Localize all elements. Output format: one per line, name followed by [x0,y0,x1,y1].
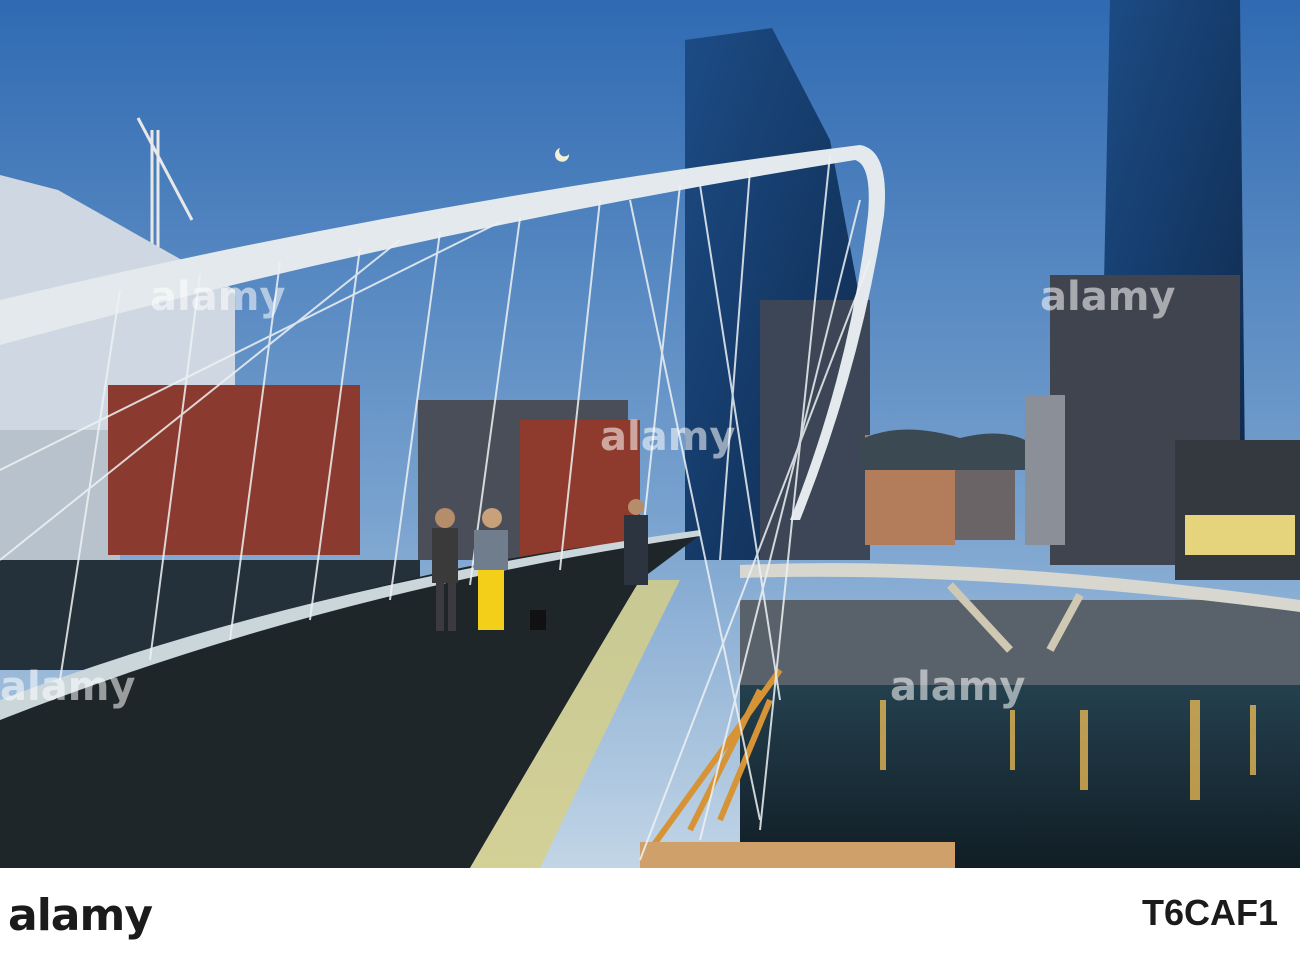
brand-logo: alamy [8,890,153,941]
svg-text:alamy: alamy [1040,274,1175,320]
svg-text:alamy: alamy [150,274,285,320]
watermark-footer: alamy T6CAF1 [0,868,1300,957]
railing-bar [640,842,955,868]
photo: alamy alamy alamy alamy alamy [0,0,1300,868]
hills [860,429,1025,470]
svg-text:alamy: alamy [0,664,135,710]
stock-id: T6CAF1 [1141,892,1278,933]
river [740,685,1300,868]
svg-text:alamy: alamy [890,664,1025,710]
svg-text:alamy: alamy [600,414,735,460]
